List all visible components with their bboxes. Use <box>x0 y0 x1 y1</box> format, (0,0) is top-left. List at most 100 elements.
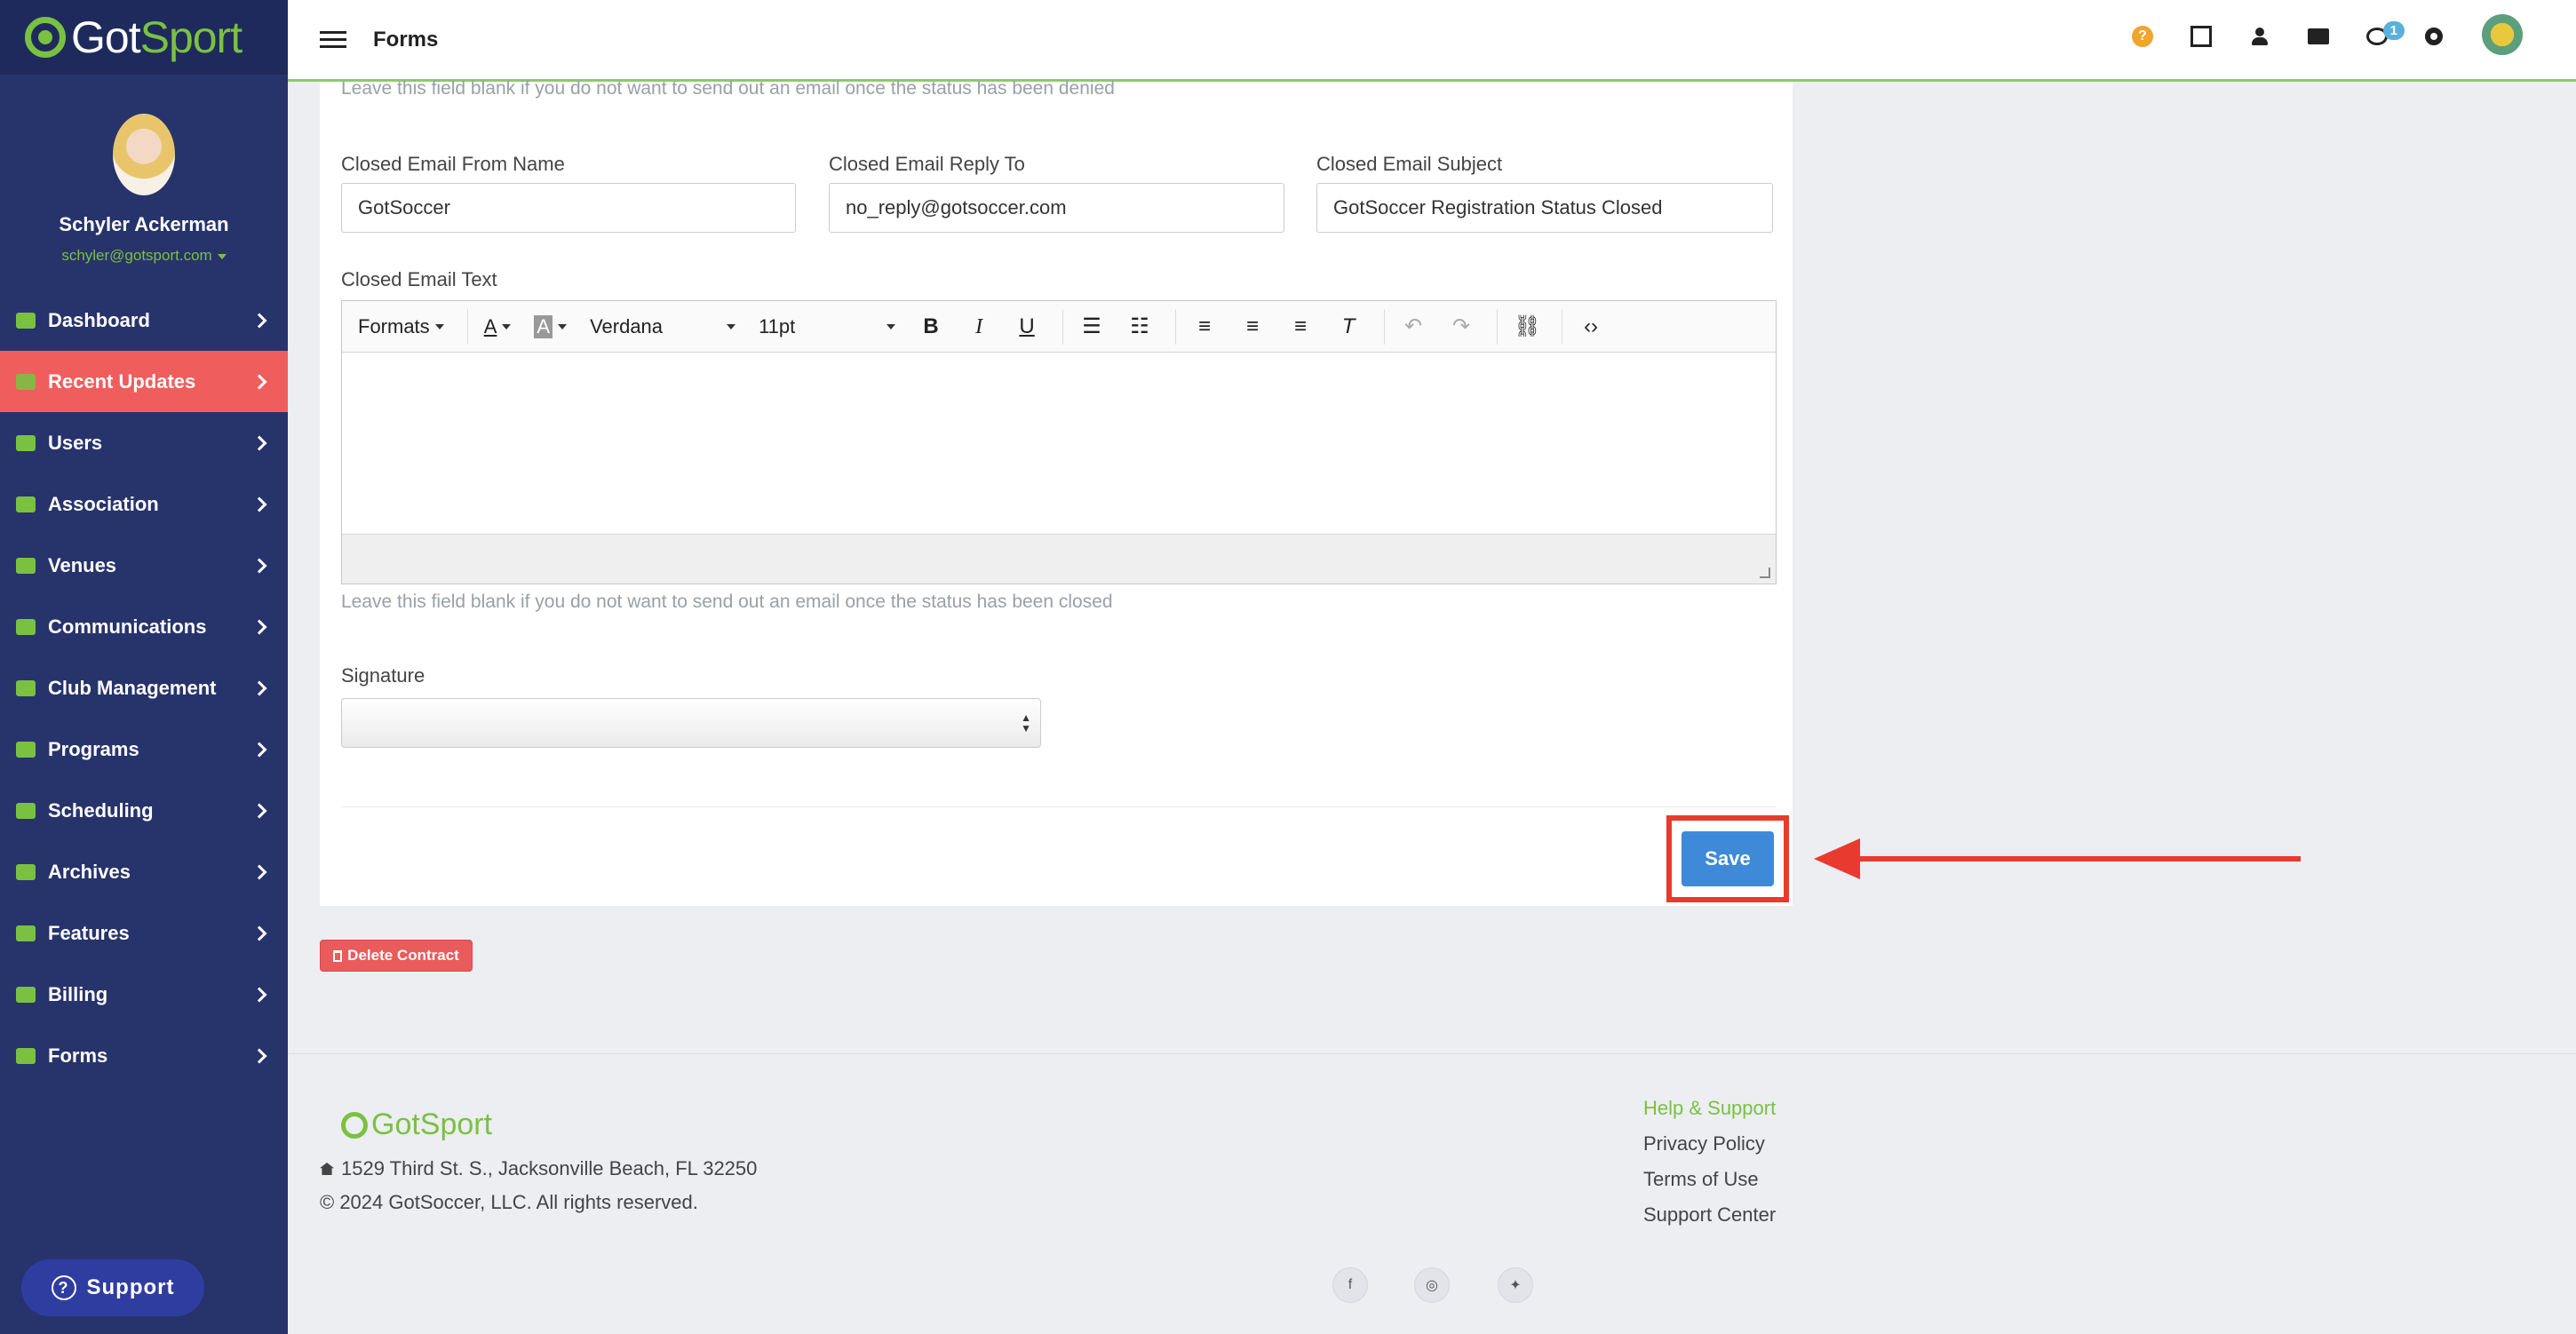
sidebar-item-billing[interactable]: Billing <box>0 964 288 1025</box>
avatar[interactable] <box>113 114 175 195</box>
sidebar-item-forms[interactable]: Forms <box>0 1025 288 1086</box>
font-family-dropdown[interactable]: Verdana <box>590 315 736 338</box>
terms-of-use-link[interactable]: Terms of Use <box>1643 1168 1776 1191</box>
caret-down-icon <box>502 323 512 330</box>
closed-email-subject-label: Closed Email Subject <box>1316 153 1503 175</box>
delete-contract-button[interactable]: Delete Contract <box>320 940 473 972</box>
home-icon <box>16 557 36 574</box>
chevron-right-icon <box>251 435 267 450</box>
support-center-link[interactable]: Support Center <box>1643 1203 1776 1227</box>
profile-email-dropdown[interactable]: schyler@gotsport.com <box>0 247 288 265</box>
chevron-right-icon <box>251 1048 267 1063</box>
sidebar-item-club-management[interactable]: Club Management <box>0 657 288 719</box>
redo-icon[interactable]: ↷ <box>1449 314 1474 338</box>
italic-icon[interactable]: I <box>966 315 991 338</box>
profile-name: Schyler Ackerman <box>59 213 229 235</box>
star-icon <box>16 925 36 941</box>
sidebar: GotSport Schyler Ackerman schyler@gotspo… <box>0 0 288 1334</box>
formats-label: Formats <box>358 314 430 337</box>
undo-icon[interactable]: ↶ <box>1401 314 1426 338</box>
sidebar-item-communications[interactable]: Communications <box>0 596 288 657</box>
editor-status-bar <box>342 534 1776 584</box>
save-button[interactable]: Save <box>1682 831 1774 886</box>
bullet-list-icon[interactable]: ☰ <box>1079 314 1104 338</box>
calendar-icon <box>16 802 36 819</box>
link-icon[interactable]: ⛓ <box>1514 314 1540 338</box>
toolbar-separator <box>1384 308 1386 345</box>
profile-email: schyler@gotsport.com <box>61 247 212 264</box>
sidebar-item-label: Recent Updates <box>48 369 196 393</box>
bold-icon[interactable]: B <box>918 314 943 338</box>
sidebar-item-dashboard[interactable]: Dashboard <box>0 290 288 351</box>
text-color-button[interactable]: A <box>484 315 512 338</box>
closed-email-subject-input[interactable]: GotSoccer Registration Status Closed <box>1316 183 1773 233</box>
contract-form-card: Leave this field blank if you do not wan… <box>320 78 1793 906</box>
gear-icon[interactable] <box>2425 28 2443 45</box>
signature-select[interactable]: ▲ ▼ <box>341 698 1041 748</box>
font-size-label: 11pt <box>759 314 796 337</box>
support-button[interactable]: ? Support <box>21 1259 204 1316</box>
sidebar-item-venues[interactable]: Venues <box>0 535 288 596</box>
background-color-icon: A <box>534 314 553 338</box>
chevron-right-icon <box>251 680 267 695</box>
chat-icon[interactable]: 1 <box>2366 21 2405 45</box>
gotsport-logo[interactable]: GotSport <box>0 0 288 75</box>
user-icon[interactable] <box>2249 26 2270 47</box>
underline-icon[interactable]: U <box>1014 314 1039 338</box>
caret-down-icon <box>886 323 896 330</box>
chat-badge: 1 <box>2382 21 2405 40</box>
editor-content-area[interactable] <box>342 353 1776 534</box>
resize-handle-icon[interactable] <box>1760 568 1770 578</box>
mail-icon[interactable] <box>2308 28 2329 44</box>
toolbar-separator <box>1062 308 1064 345</box>
closed-email-reply-to-input[interactable]: no_reply@gotsoccer.com <box>829 183 1284 233</box>
privacy-policy-link[interactable]: Privacy Policy <box>1643 1132 1776 1155</box>
sidebar-item-label: Association <box>48 492 159 515</box>
twitter-icon[interactable]: ✦ <box>1498 1267 1533 1303</box>
sidebar-item-label: Dashboard <box>48 308 150 331</box>
formats-dropdown[interactable]: Formats <box>358 315 444 338</box>
qr-code-icon[interactable] <box>2190 26 2212 47</box>
sidebar-item-recent-updates[interactable]: Recent Updates <box>0 351 288 412</box>
logo-got: Got <box>71 12 141 62</box>
sidebar-item-label: Programs <box>48 737 139 760</box>
footer-logo-text: GotSport <box>371 1108 493 1141</box>
footer-copyright: © 2024 GotSoccer, LLC. All rights reserv… <box>320 1191 698 1213</box>
organization-avatar[interactable] <box>2482 14 2523 55</box>
closed-email-hint: Leave this field blank if you do not wan… <box>341 592 1113 612</box>
facebook-icon[interactable]: f <box>1332 1267 1368 1303</box>
sidebar-item-label: Venues <box>48 553 117 576</box>
source-code-icon[interactable]: ‹› <box>1578 314 1603 338</box>
sidebar-item-archives[interactable]: Archives <box>0 841 288 902</box>
top-bar: Forms ? 1 <box>288 0 2576 82</box>
clear-formatting-icon[interactable]: T <box>1336 314 1361 338</box>
align-left-icon[interactable]: ≡ <box>1192 314 1217 338</box>
delete-contract-label: Delete Contract <box>347 947 459 964</box>
form-divider <box>341 806 1777 807</box>
footer-logo[interactable]: GotSport <box>341 1108 492 1142</box>
closed-email-from-name-input[interactable]: GotSoccer <box>341 183 796 233</box>
sidebar-item-programs[interactable]: Programs <box>0 719 288 780</box>
sitemap-icon <box>16 496 36 512</box>
page-title: Forms <box>373 27 439 52</box>
chevron-right-icon <box>251 803 267 818</box>
instagram-icon[interactable]: ◎ <box>1414 1267 1450 1303</box>
hamburger-menu-icon[interactable] <box>320 27 346 52</box>
sidebar-item-label: Club Management <box>48 676 217 699</box>
sidebar-item-scheduling[interactable]: Scheduling <box>0 780 288 841</box>
sidebar-item-users[interactable]: Users <box>0 412 288 473</box>
help-support-link[interactable]: Help & Support <box>1643 1097 1776 1120</box>
denied-email-hint: Leave this field blank if you do not wan… <box>341 78 1115 99</box>
caret-down-icon <box>558 323 568 330</box>
chevron-right-icon <box>251 864 267 879</box>
align-right-icon[interactable]: ≡ <box>1288 314 1313 338</box>
closed-email-from-name-label: Closed Email From Name <box>341 153 565 175</box>
align-center-icon[interactable]: ≡ <box>1240 314 1265 338</box>
list-icon <box>16 679 36 696</box>
help-icon[interactable]: ? <box>2132 26 2153 47</box>
background-color-button[interactable]: A <box>534 314 568 338</box>
sidebar-item-association[interactable]: Association <box>0 473 288 535</box>
numbered-list-icon[interactable]: ☷ <box>1127 314 1152 338</box>
font-size-dropdown[interactable]: 11pt <box>759 314 896 338</box>
sidebar-item-features[interactable]: Features <box>0 902 288 964</box>
